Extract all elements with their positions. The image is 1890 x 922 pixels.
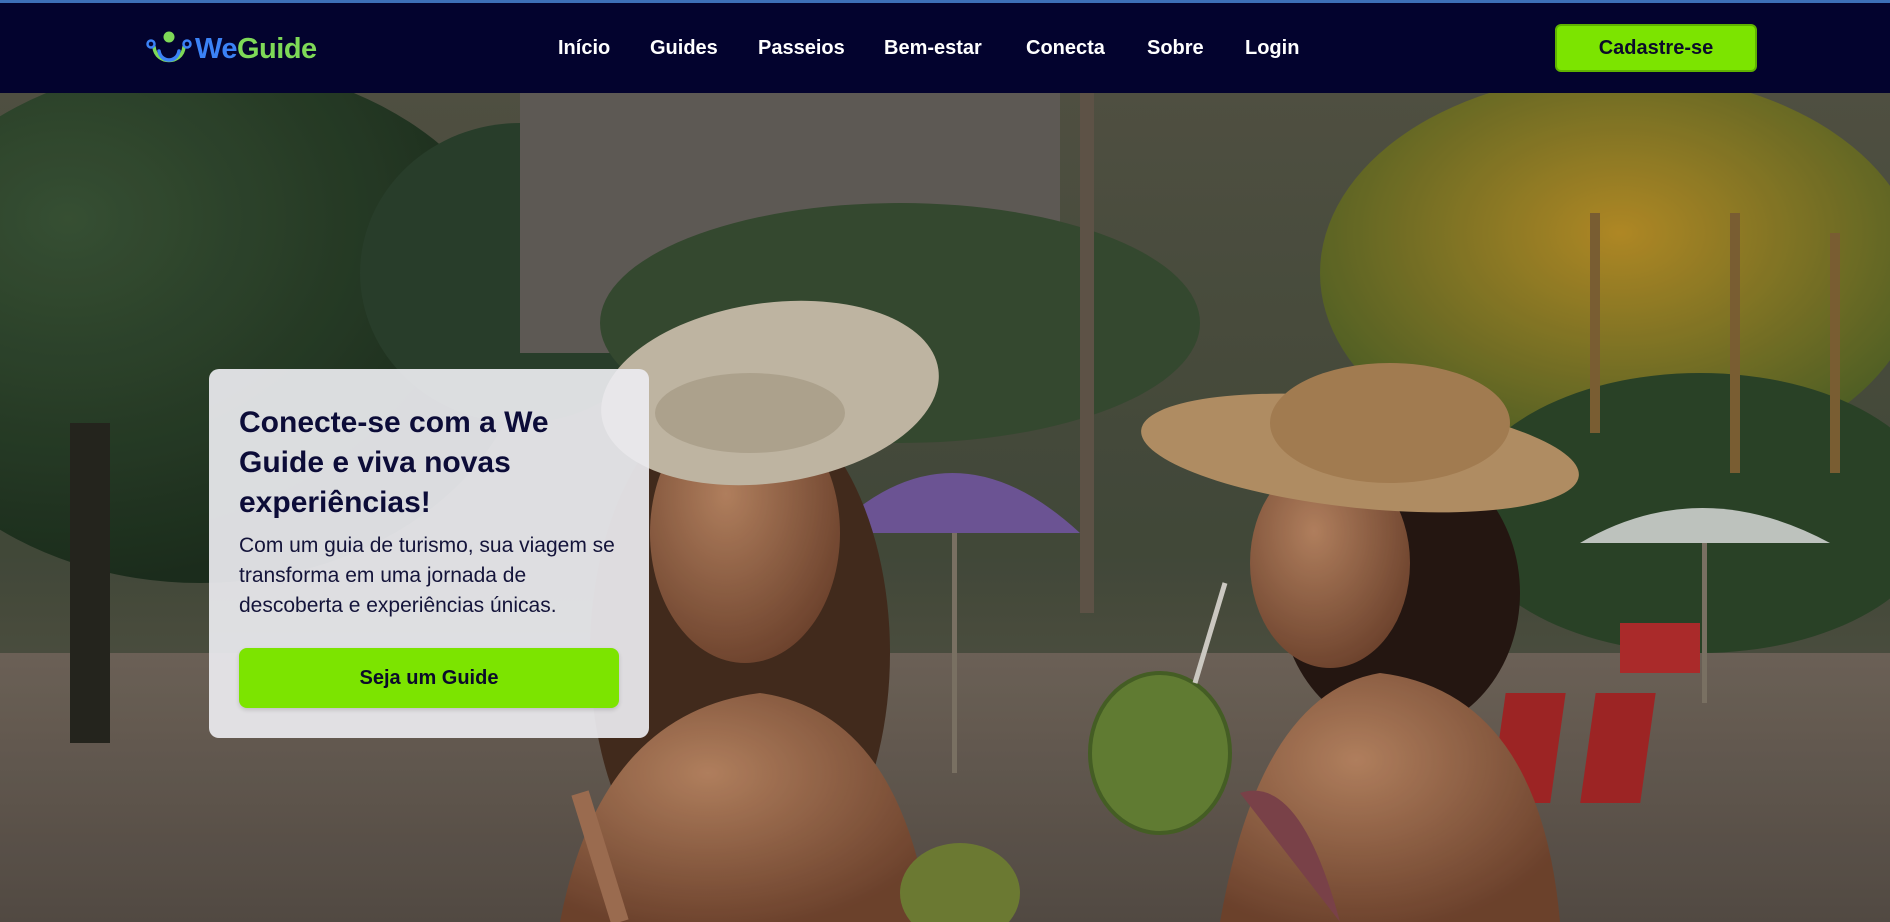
hero-description: Com um guia de turismo, sua viagem se tr… (239, 534, 615, 617)
become-guide-button[interactable]: Seja um Guide (239, 648, 619, 708)
nav-item-guides[interactable]: Guides (650, 37, 718, 60)
signup-button[interactable]: Cadastre-se (1555, 24, 1757, 72)
nav-item-inicio[interactable]: Início (558, 37, 610, 60)
hero-title: Conecte-se com a We Guide e viva novas e… (239, 406, 549, 519)
nav-item-conecta[interactable]: Conecta (1026, 37, 1105, 60)
navbar: WeGuide Início Guides Passeios Bem-estar… (0, 3, 1890, 93)
nav-item-login[interactable]: Login (1245, 37, 1299, 60)
nav-item-bem-estar[interactable]: Bem-estar (884, 37, 982, 60)
hero-card: Conecte-se com a We Guide e viva novas e… (209, 369, 649, 738)
nav-item-passeios[interactable]: Passeios (758, 37, 845, 60)
hero-section: Conecte-se com a We Guide e viva novas e… (0, 93, 1890, 922)
nav-item-sobre[interactable]: Sobre (1147, 37, 1204, 60)
